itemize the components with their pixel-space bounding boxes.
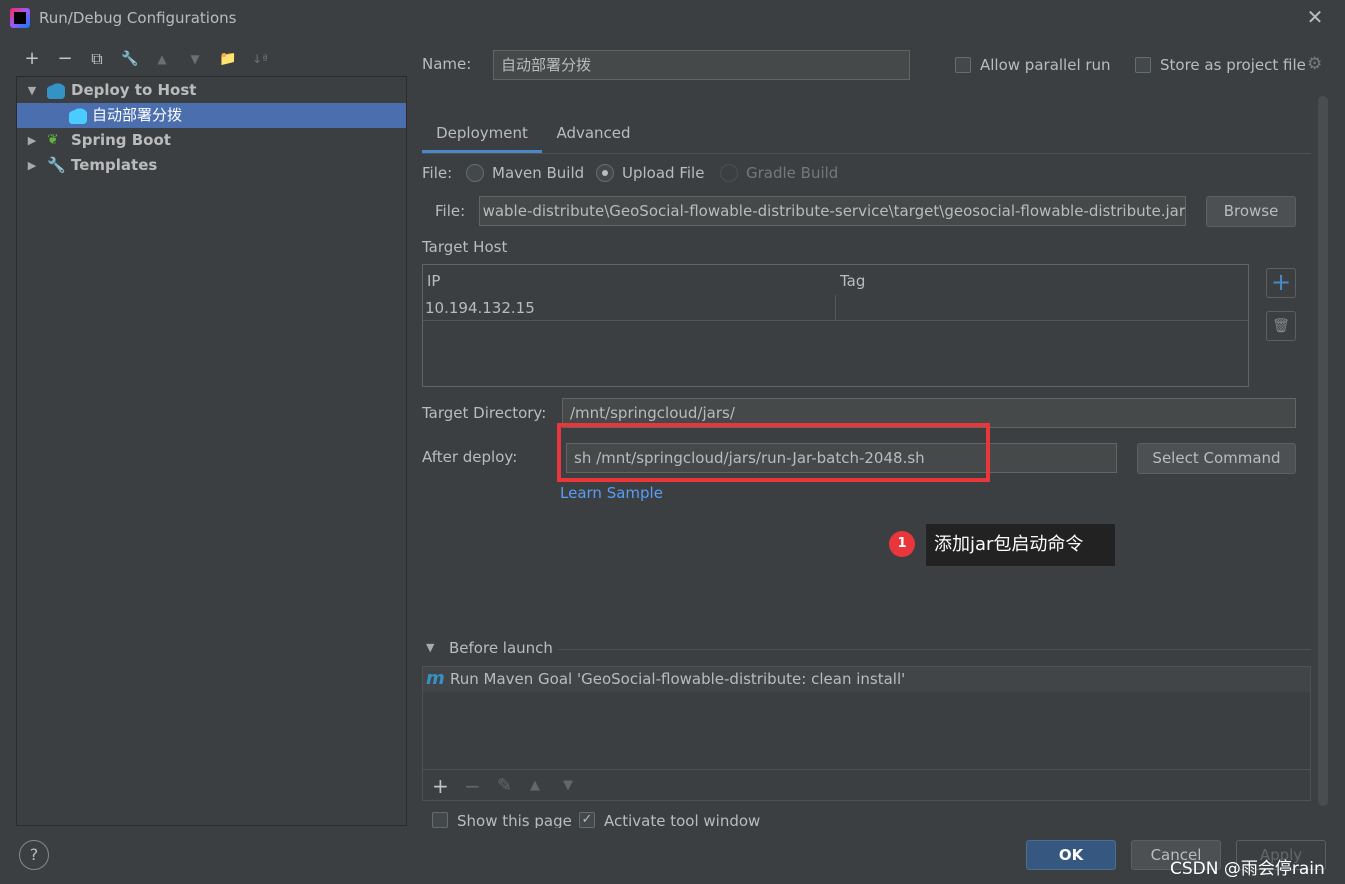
annotation-tooltip: 添加jar包启动命令 [926,524,1115,566]
maven-build-label: Maven Build [492,164,585,182]
remove-configuration-button[interactable]: − [54,48,76,70]
chevron-down-icon[interactable]: ▼ [25,78,39,103]
learn-sample-link[interactable]: Learn Sample [560,484,663,502]
add-configuration-button[interactable]: + [21,48,43,70]
cloud-icon [69,106,87,124]
step-badge: 1 [889,531,915,557]
spring-boot-icon: ❦ [47,132,59,148]
host-ip-cell: 10.194.132.15 [425,299,535,317]
tab-advanced[interactable]: Advanced [546,117,641,153]
highlight-box [557,423,990,482]
target-directory-label: Target Directory: [422,404,547,422]
tree-item-templates[interactable]: ▶ 🔧 Templates [17,153,406,178]
cloud-icon [47,81,65,99]
before-launch-divider [558,649,1311,650]
list-item[interactable]: m Run Maven Goal 'GeoSocial-flowable-dis… [423,667,1310,692]
edit-templates-button[interactable]: 🔧 [119,48,141,70]
allow-parallel-checkbox[interactable] [955,57,971,73]
watermark: CSDN @雨会停rain [1170,859,1325,879]
table-row[interactable]: 10.194.132.15 [423,295,1248,321]
intellij-icon [10,8,30,28]
tree-item-spring-boot[interactable]: ▶ ❦ Spring Boot [17,128,406,153]
before-launch-title[interactable]: Before launch [449,639,553,657]
move-up-button[interactable]: ▲ [151,48,173,70]
after-deploy-label: After deploy: [422,448,518,466]
configuration-tree: ▼ Deploy to Host 自动部署分拨 ▶ ❦ Spring Boot … [16,76,407,826]
maven-build-radio[interactable] [466,164,484,182]
select-command-button[interactable]: Select Command [1137,443,1296,474]
store-project-checkbox[interactable] [1135,57,1151,73]
tree-item-label: Spring Boot [71,131,171,149]
new-folder-button[interactable]: 📁 [217,48,239,70]
upload-file-label: Upload File [622,164,705,182]
scrollbar[interactable] [1318,96,1328,806]
gear-icon[interactable]: ⚙ [1307,54,1322,74]
store-project-label: Store as project file [1160,56,1306,74]
chevron-right-icon[interactable]: ▶ [25,128,39,153]
chevron-down-icon[interactable]: ▼ [426,641,434,654]
sort-button[interactable]: ↓ª [249,48,271,70]
tree-item-label: 自动部署分拨 [92,106,183,124]
tree-item-config[interactable]: 自动部署分拨 [17,103,406,128]
tree-item-deploy-to-host[interactable]: ▼ Deploy to Host [17,78,406,103]
add-host-icon[interactable]: + [1266,268,1296,298]
move-task-down-button[interactable]: ▼ [563,778,573,793]
file-source-label: File: [422,164,453,182]
move-task-up-button[interactable]: ▲ [530,778,540,793]
name-field[interactable]: 自动部署分拨 [493,50,910,80]
help-icon[interactable]: ? [19,840,49,870]
file-path-value: wable-distribute\GeoSocial-flowable-dist… [482,202,1185,220]
target-host-label: Target Host [422,238,508,256]
delete-host-icon[interactable]: 🗑 [1266,311,1296,341]
remove-task-button[interactable]: − [464,774,481,798]
move-down-button[interactable]: ▼ [184,48,206,70]
activate-tool-checkbox[interactable]: ✓ [579,812,595,828]
tree-item-label: Templates [71,156,158,174]
close-icon[interactable]: ✕ [1304,6,1326,28]
column-header-tag: Tag [840,272,866,290]
tab-deployment[interactable]: Deployment [422,117,542,153]
wrench-icon: 🔧 [47,156,66,174]
show-page-checkbox[interactable] [432,812,448,828]
host-table: IP Tag 10.194.132.15 [422,264,1249,387]
gradle-build-radio[interactable] [720,164,738,182]
before-launch-item-label: Run Maven Goal 'GeoSocial-flowable-distr… [450,670,906,688]
browse-button[interactable]: Browse [1206,196,1296,227]
name-label: Name: [422,55,472,73]
tab-divider [422,153,1311,154]
column-header-ip: IP [427,272,441,290]
gradle-build-label: Gradle Build [746,164,839,182]
ok-button[interactable]: OK [1026,840,1116,870]
file-path-label: File: [435,202,466,220]
window-title: Run/Debug Configurations [39,9,237,27]
tree-item-label: Deploy to Host [71,81,197,99]
copy-configuration-button[interactable]: ⧉ [86,48,108,70]
file-path-field[interactable]: wable-distribute\GeoSocial-flowable-dist… [479,196,1186,226]
upload-file-radio[interactable] [596,164,614,182]
edit-task-button[interactable]: ✎ [497,775,512,796]
allow-parallel-label: Allow parallel run [980,56,1111,74]
add-task-button[interactable]: + [432,774,449,798]
maven-icon: m [426,668,445,689]
column-divider [835,295,836,321]
list-toolbar-divider [423,769,1310,770]
chevron-right-icon[interactable]: ▶ [25,153,39,178]
